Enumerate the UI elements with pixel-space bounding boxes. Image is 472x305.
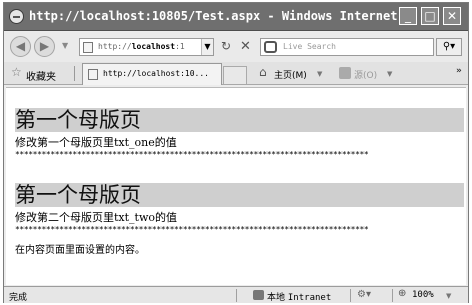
tab-label: http://localhost:10... [103, 69, 209, 78]
history-dropdown-icon[interactable]: ▼ [62, 41, 68, 50]
zoom-level[interactable]: 100% [412, 290, 434, 300]
master2-divider: ****************************************… [15, 225, 369, 234]
ie-logo-icon [9, 9, 24, 24]
new-tab-button[interactable] [223, 66, 247, 84]
status-separator [236, 289, 237, 302]
back-button[interactable]: ◀ [10, 36, 31, 57]
live-search-logo-icon [264, 41, 277, 53]
toolbar-separator [74, 66, 75, 81]
address-toolbar: ◀ ▶ ▼ http://localhost:1 ▼ ↻ ✕ Live Sear… [4, 32, 468, 62]
stop-icon[interactable]: ✕ [240, 39, 251, 54]
title-bar: http://localhost:10805/Test.aspx - Windo… [4, 3, 468, 31]
maximize-button[interactable]: □ [421, 7, 439, 25]
status-separator [350, 289, 351, 302]
zone-icon [253, 290, 264, 300]
page-icon [83, 42, 93, 53]
status-text: 完成 [9, 293, 28, 303]
status-bar: 完成 本地 Intranet ⚙▾ ⊕ 100% ▼ [4, 286, 468, 303]
close-button[interactable]: ✕ [443, 7, 461, 25]
forward-button[interactable]: ▶ [34, 36, 55, 57]
tab-test-page[interactable]: http://localhost:10... [82, 63, 222, 85]
minimize-button[interactable]: _ [399, 7, 417, 25]
favorites-button[interactable]: 收藏夹 [26, 68, 56, 83]
search-placeholder: Live Search [283, 42, 336, 51]
zoom-icon[interactable]: ⊕ [398, 288, 406, 299]
security-zone[interactable]: 本地 Intranet [267, 290, 331, 303]
home-button[interactable]: 主页(M) [274, 68, 307, 81]
address-dropdown-icon[interactable]: ▼ [201, 39, 213, 55]
browser-window: http://localhost:10805/Test.aspx - Windo… [3, 2, 469, 303]
search-field[interactable]: Live Search [260, 38, 434, 56]
zoom-dropdown-icon[interactable]: ▼ [446, 292, 451, 300]
tab-page-icon [88, 69, 98, 80]
master2-text: 修改第二个母版页里txt_two的值 [15, 211, 178, 224]
master1-text: 修改第一个母版页里txt_one的值 [15, 136, 177, 149]
master2-heading: 第一个母版页 [15, 183, 464, 207]
toolbar-overflow-button[interactable]: » [456, 66, 462, 76]
tabs-toolbar: ☆ 收藏夹 http://localhost:10... ⌂ 主页(M) ▼ 源… [4, 62, 468, 85]
refresh-icon[interactable]: ↻ [221, 39, 231, 53]
address-url: http://localhost:1 [98, 42, 185, 51]
favorites-star-icon[interactable]: ☆ [11, 65, 22, 79]
feeds-dropdown-icon[interactable]: ▼ [387, 70, 392, 78]
content-page-text: 在内容页面里面设置的内容。 [15, 245, 145, 256]
protected-mode-icon[interactable]: ⚙▾ [357, 289, 371, 300]
master1-divider: ****************************************… [15, 150, 369, 159]
status-separator [392, 289, 393, 302]
window-title: http://localhost:10805/Test.aspx - Windo… [29, 9, 427, 23]
page-content: 第一个母版页 修改第一个母版页里txt_one的值 **************… [6, 87, 466, 285]
home-dropdown-icon[interactable]: ▼ [317, 70, 322, 78]
search-button[interactable]: ⚲▾ [436, 38, 462, 56]
master1-heading: 第一个母版页 [15, 108, 464, 132]
feeds-icon[interactable] [339, 67, 351, 79]
home-icon[interactable]: ⌂ [259, 65, 267, 79]
address-field[interactable]: http://localhost:1 ▼ [79, 38, 214, 56]
feeds-button[interactable]: 源(O) [354, 68, 377, 81]
